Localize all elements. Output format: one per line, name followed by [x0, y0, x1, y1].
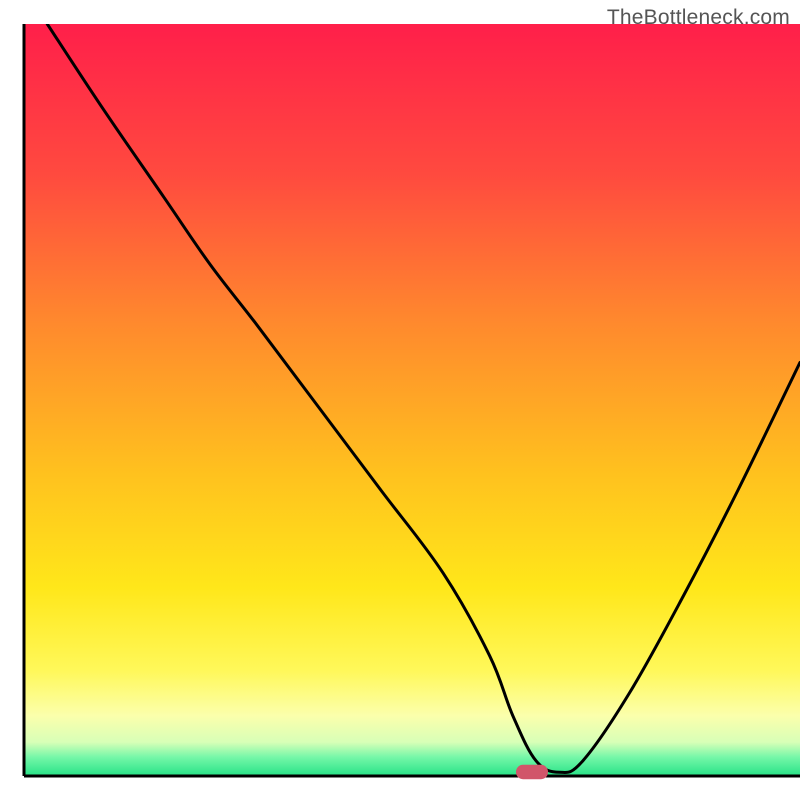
chart-canvas [0, 0, 800, 800]
chart-svg [0, 0, 800, 800]
watermark-text: TheBottleneck.com [607, 6, 790, 30]
gradient-background [24, 24, 800, 776]
optimum-marker [516, 765, 548, 779]
